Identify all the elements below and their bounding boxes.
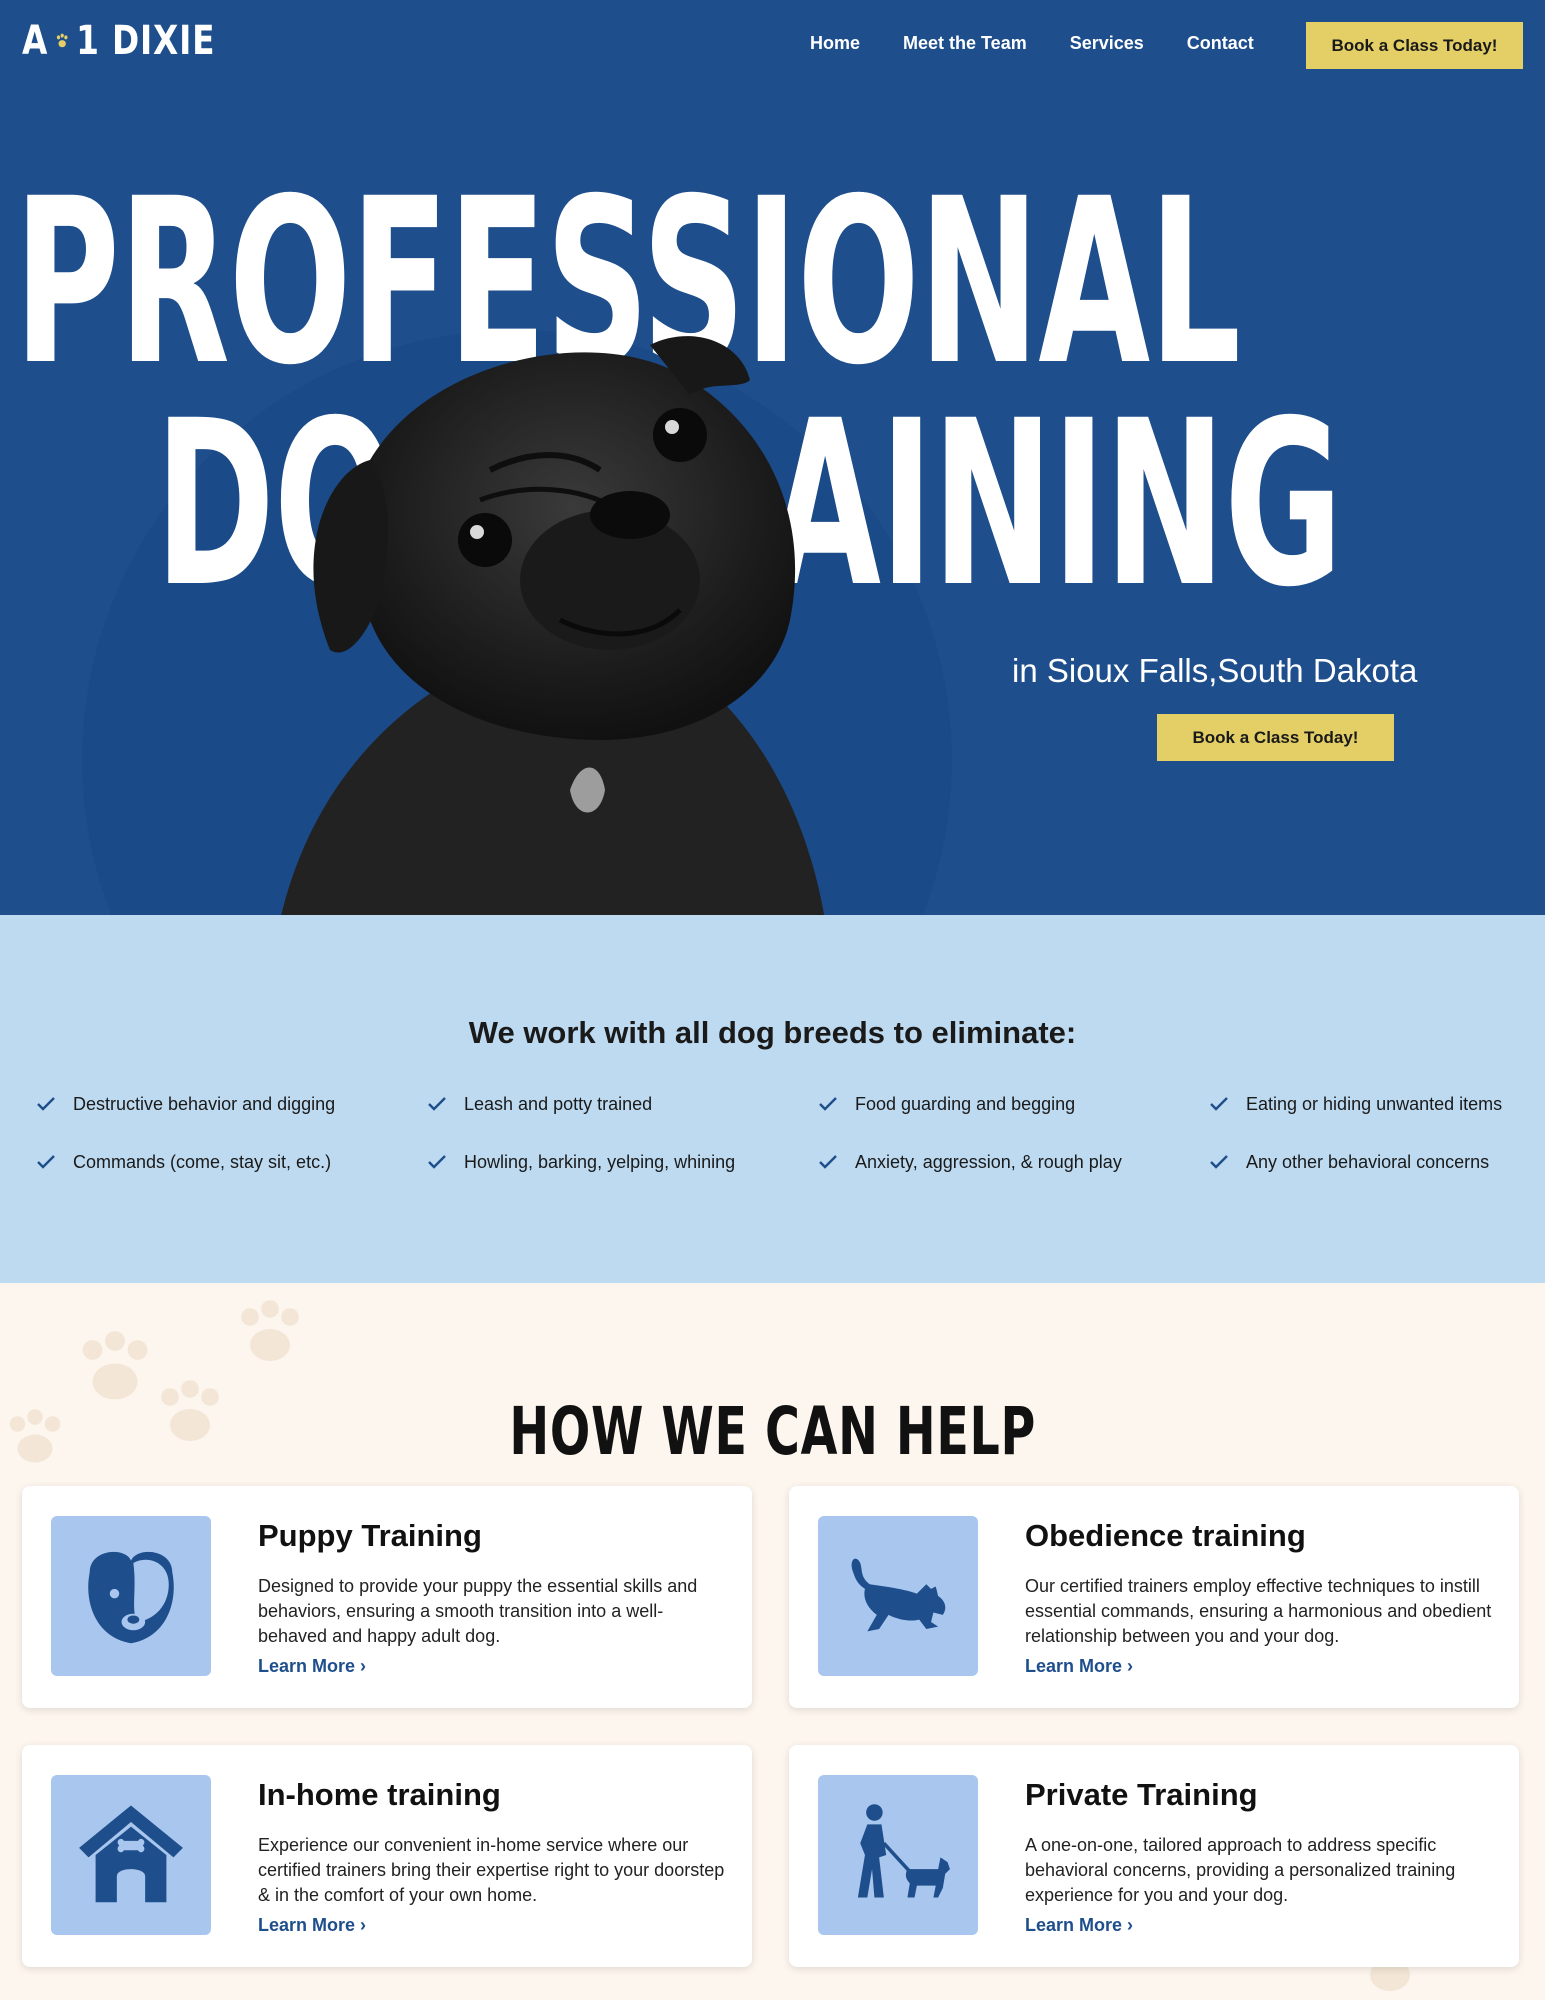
nav-home[interactable]: Home (810, 33, 860, 54)
services-title-text: HOW WE CAN HELP (509, 1393, 1036, 1470)
list-item: Any other behavioral concerns (1209, 1150, 1536, 1174)
breed-item-label: Food guarding and begging (855, 1093, 1076, 1114)
main-nav: Home Meet the Team Services Contact (810, 33, 1254, 54)
service-card-private: Private Training A one-on-one, tailored … (789, 1745, 1519, 1967)
card-icon-tile (818, 1516, 978, 1676)
nav-contact[interactable]: Contact (1187, 33, 1254, 54)
breed-item-label: Howling, barking, yelping, whining (464, 1151, 736, 1172)
breed-item-label: Destructive behavior and digging (73, 1093, 336, 1114)
nav-services[interactable]: Services (1070, 33, 1144, 54)
nav-meet-the-team[interactable]: Meet the Team (903, 33, 1027, 54)
logo[interactable]: A 1 DIXIE (22, 18, 215, 64)
service-card-obedience: Obedience training Our certified trainer… (789, 1486, 1519, 1708)
pawprint-decoration-icon (241, 1300, 299, 1361)
breed-item-label: Any other behavioral concerns (1246, 1151, 1490, 1172)
doghouse-icon (79, 1805, 183, 1903)
list-item: Eating or hiding unwanted items (1209, 1092, 1536, 1116)
services-section: HOW WE CAN HELP Puppy Training Designed … (0, 1283, 1545, 2000)
checkmark-icon (1210, 1155, 1228, 1169)
list-item: Leash and potty trained (427, 1092, 818, 1116)
card-description: Designed to provide your puppy the essen… (258, 1576, 698, 1646)
card-icon-tile (51, 1516, 211, 1676)
checkmark-icon (37, 1155, 55, 1169)
hero-book-class-button[interactable]: Book a Class Today! (1157, 714, 1394, 761)
logo-text-right: 1 DIXIE (76, 18, 216, 64)
breed-item-label: Leash and potty trained (464, 1093, 653, 1114)
hero-subtitle: in Sioux Falls,South Dakota (1012, 652, 1418, 689)
playing-dog-icon (851, 1558, 946, 1632)
breeds-section: We work with all dog breeds to eliminate… (0, 915, 1545, 1283)
card-icon-tile (51, 1775, 211, 1935)
list-item: Food guarding and begging (818, 1092, 1209, 1116)
checkmark-icon (819, 1155, 837, 1169)
list-item: Destructive behavior and digging (36, 1092, 427, 1116)
card-title: Obedience training (1025, 1518, 1306, 1553)
card-title: Puppy Training (258, 1518, 482, 1553)
navbar: A 1 DIXIE Home Meet the Team Services Co… (0, 0, 1545, 90)
breeds-title: We work with all dog breeds to eliminate… (468, 1015, 1077, 1050)
pug-photo (281, 336, 825, 915)
learn-more-link[interactable]: Learn More › (1025, 1656, 1133, 1677)
card-title: In-home training (258, 1777, 501, 1812)
learn-more-link[interactable]: Learn More › (258, 1656, 366, 1677)
card-icon-tile (818, 1775, 978, 1935)
breeds-list: Destructive behavior and digging Leash a… (36, 1092, 1536, 1174)
checkmark-icon (819, 1097, 837, 1111)
paw-logo-icon (56, 33, 68, 48)
checkmark-icon (428, 1097, 446, 1111)
checkmark-icon (37, 1097, 55, 1111)
checkmark-icon (428, 1155, 446, 1169)
list-item: Anxiety, aggression, & rough play (818, 1150, 1209, 1174)
nav-book-class-button[interactable]: Book a Class Today! (1306, 22, 1523, 69)
services-title: HOW WE CAN HELP (0, 1393, 1545, 1470)
list-item: Howling, barking, yelping, whining (427, 1150, 818, 1174)
checkmark-icon (1210, 1097, 1228, 1111)
learn-more-link[interactable]: Learn More › (258, 1915, 366, 1936)
hero-section: A 1 DIXIE Home Meet the Team Services Co… (0, 0, 1545, 915)
list-item: Commands (come, stay sit, etc.) (36, 1150, 427, 1174)
breed-item-label: Anxiety, aggression, & rough play (855, 1151, 1122, 1172)
logo-text-left: A (22, 18, 49, 64)
learn-more-link[interactable]: Learn More › (1025, 1915, 1133, 1936)
card-description: Experience our convenient in-home servic… (258, 1835, 725, 1905)
breed-item-label: Eating or hiding unwanted items (1246, 1093, 1503, 1114)
person-walking-dog-icon (857, 1804, 950, 1898)
puppy-head-icon (88, 1551, 174, 1644)
breed-item-label: Commands (come, stay sit, etc.) (73, 1151, 332, 1172)
card-description: Our certified trainers employ effective … (1025, 1576, 1492, 1646)
service-card-puppy: Puppy Training Designed to provide your … (22, 1486, 752, 1708)
service-card-in-home: In-home training Experience our convenie… (22, 1745, 752, 1967)
card-description: A one-on-one, tailored approach to addre… (1025, 1835, 1456, 1905)
card-title: Private Training (1025, 1777, 1258, 1812)
